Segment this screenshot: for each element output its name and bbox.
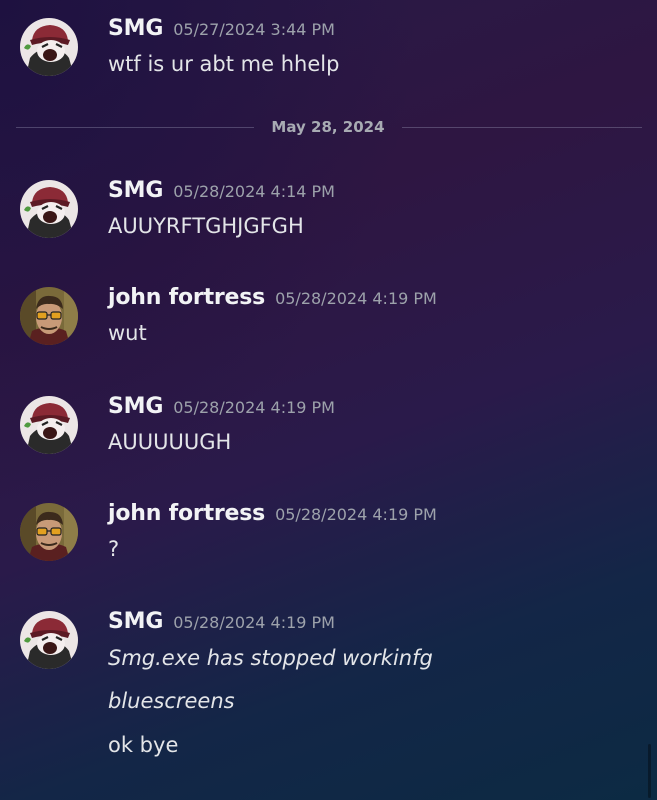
- timestamp: 05/28/2024 4:19 PM: [173, 613, 335, 632]
- username[interactable]: SMG: [108, 178, 163, 203]
- smg-avatar-icon: [20, 611, 78, 669]
- avatar[interactable]: [20, 396, 78, 454]
- message-text: bluescreens: [108, 689, 235, 713]
- avatar[interactable]: [20, 503, 78, 561]
- divider-rule: [402, 127, 642, 128]
- date-divider: May 28, 2024: [16, 114, 642, 140]
- divider-date: May 28, 2024: [271, 118, 385, 136]
- message-text: ok bye: [108, 733, 179, 757]
- username[interactable]: SMG: [108, 16, 163, 41]
- username[interactable]: john fortress: [108, 501, 265, 526]
- message-text: AUUUUUGH: [108, 430, 232, 454]
- message-text: wtf is ur abt me hhelp: [108, 52, 340, 76]
- avatar[interactable]: [20, 180, 78, 238]
- chat-log: SMG 05/27/2024 3:44 PM wtf is ur abt me h…: [0, 0, 657, 800]
- avatar[interactable]: [20, 287, 78, 345]
- avatar[interactable]: [20, 18, 78, 76]
- message-text: wut: [108, 321, 147, 345]
- timestamp: 05/28/2024 4:19 PM: [275, 289, 437, 308]
- smg-avatar-icon: [20, 180, 78, 238]
- message-header: SMG 05/28/2024 4:14 PM: [108, 176, 335, 206]
- john-fortress-avatar-icon: [20, 287, 78, 345]
- message-header: SMG 05/27/2024 3:44 PM: [108, 14, 335, 44]
- timestamp: 05/28/2024 4:19 PM: [275, 505, 437, 524]
- message-text: ?: [108, 537, 120, 561]
- timestamp: 05/27/2024 3:44 PM: [173, 20, 335, 39]
- timestamp: 05/28/2024 4:14 PM: [173, 182, 335, 201]
- message-header: john fortress 05/28/2024 4:19 PM: [108, 283, 437, 313]
- message-text: Smg.exe has stopped workinfg: [108, 646, 433, 670]
- scrollbar[interactable]: [648, 744, 651, 798]
- divider-rule: [16, 127, 254, 128]
- username[interactable]: SMG: [108, 609, 163, 634]
- message-header: SMG 05/28/2024 4:19 PM: [108, 607, 335, 637]
- message-text: AUUYRFTGHJGFGH: [108, 214, 304, 238]
- john-fortress-avatar-icon: [20, 503, 78, 561]
- message-header: SMG 05/28/2024 4:19 PM: [108, 392, 335, 422]
- message-header: john fortress 05/28/2024 4:19 PM: [108, 499, 437, 529]
- smg-avatar-icon: [20, 18, 78, 76]
- avatar[interactable]: [20, 611, 78, 669]
- smg-avatar-icon: [20, 396, 78, 454]
- username[interactable]: SMG: [108, 394, 163, 419]
- timestamp: 05/28/2024 4:19 PM: [173, 398, 335, 417]
- username[interactable]: john fortress: [108, 285, 265, 310]
